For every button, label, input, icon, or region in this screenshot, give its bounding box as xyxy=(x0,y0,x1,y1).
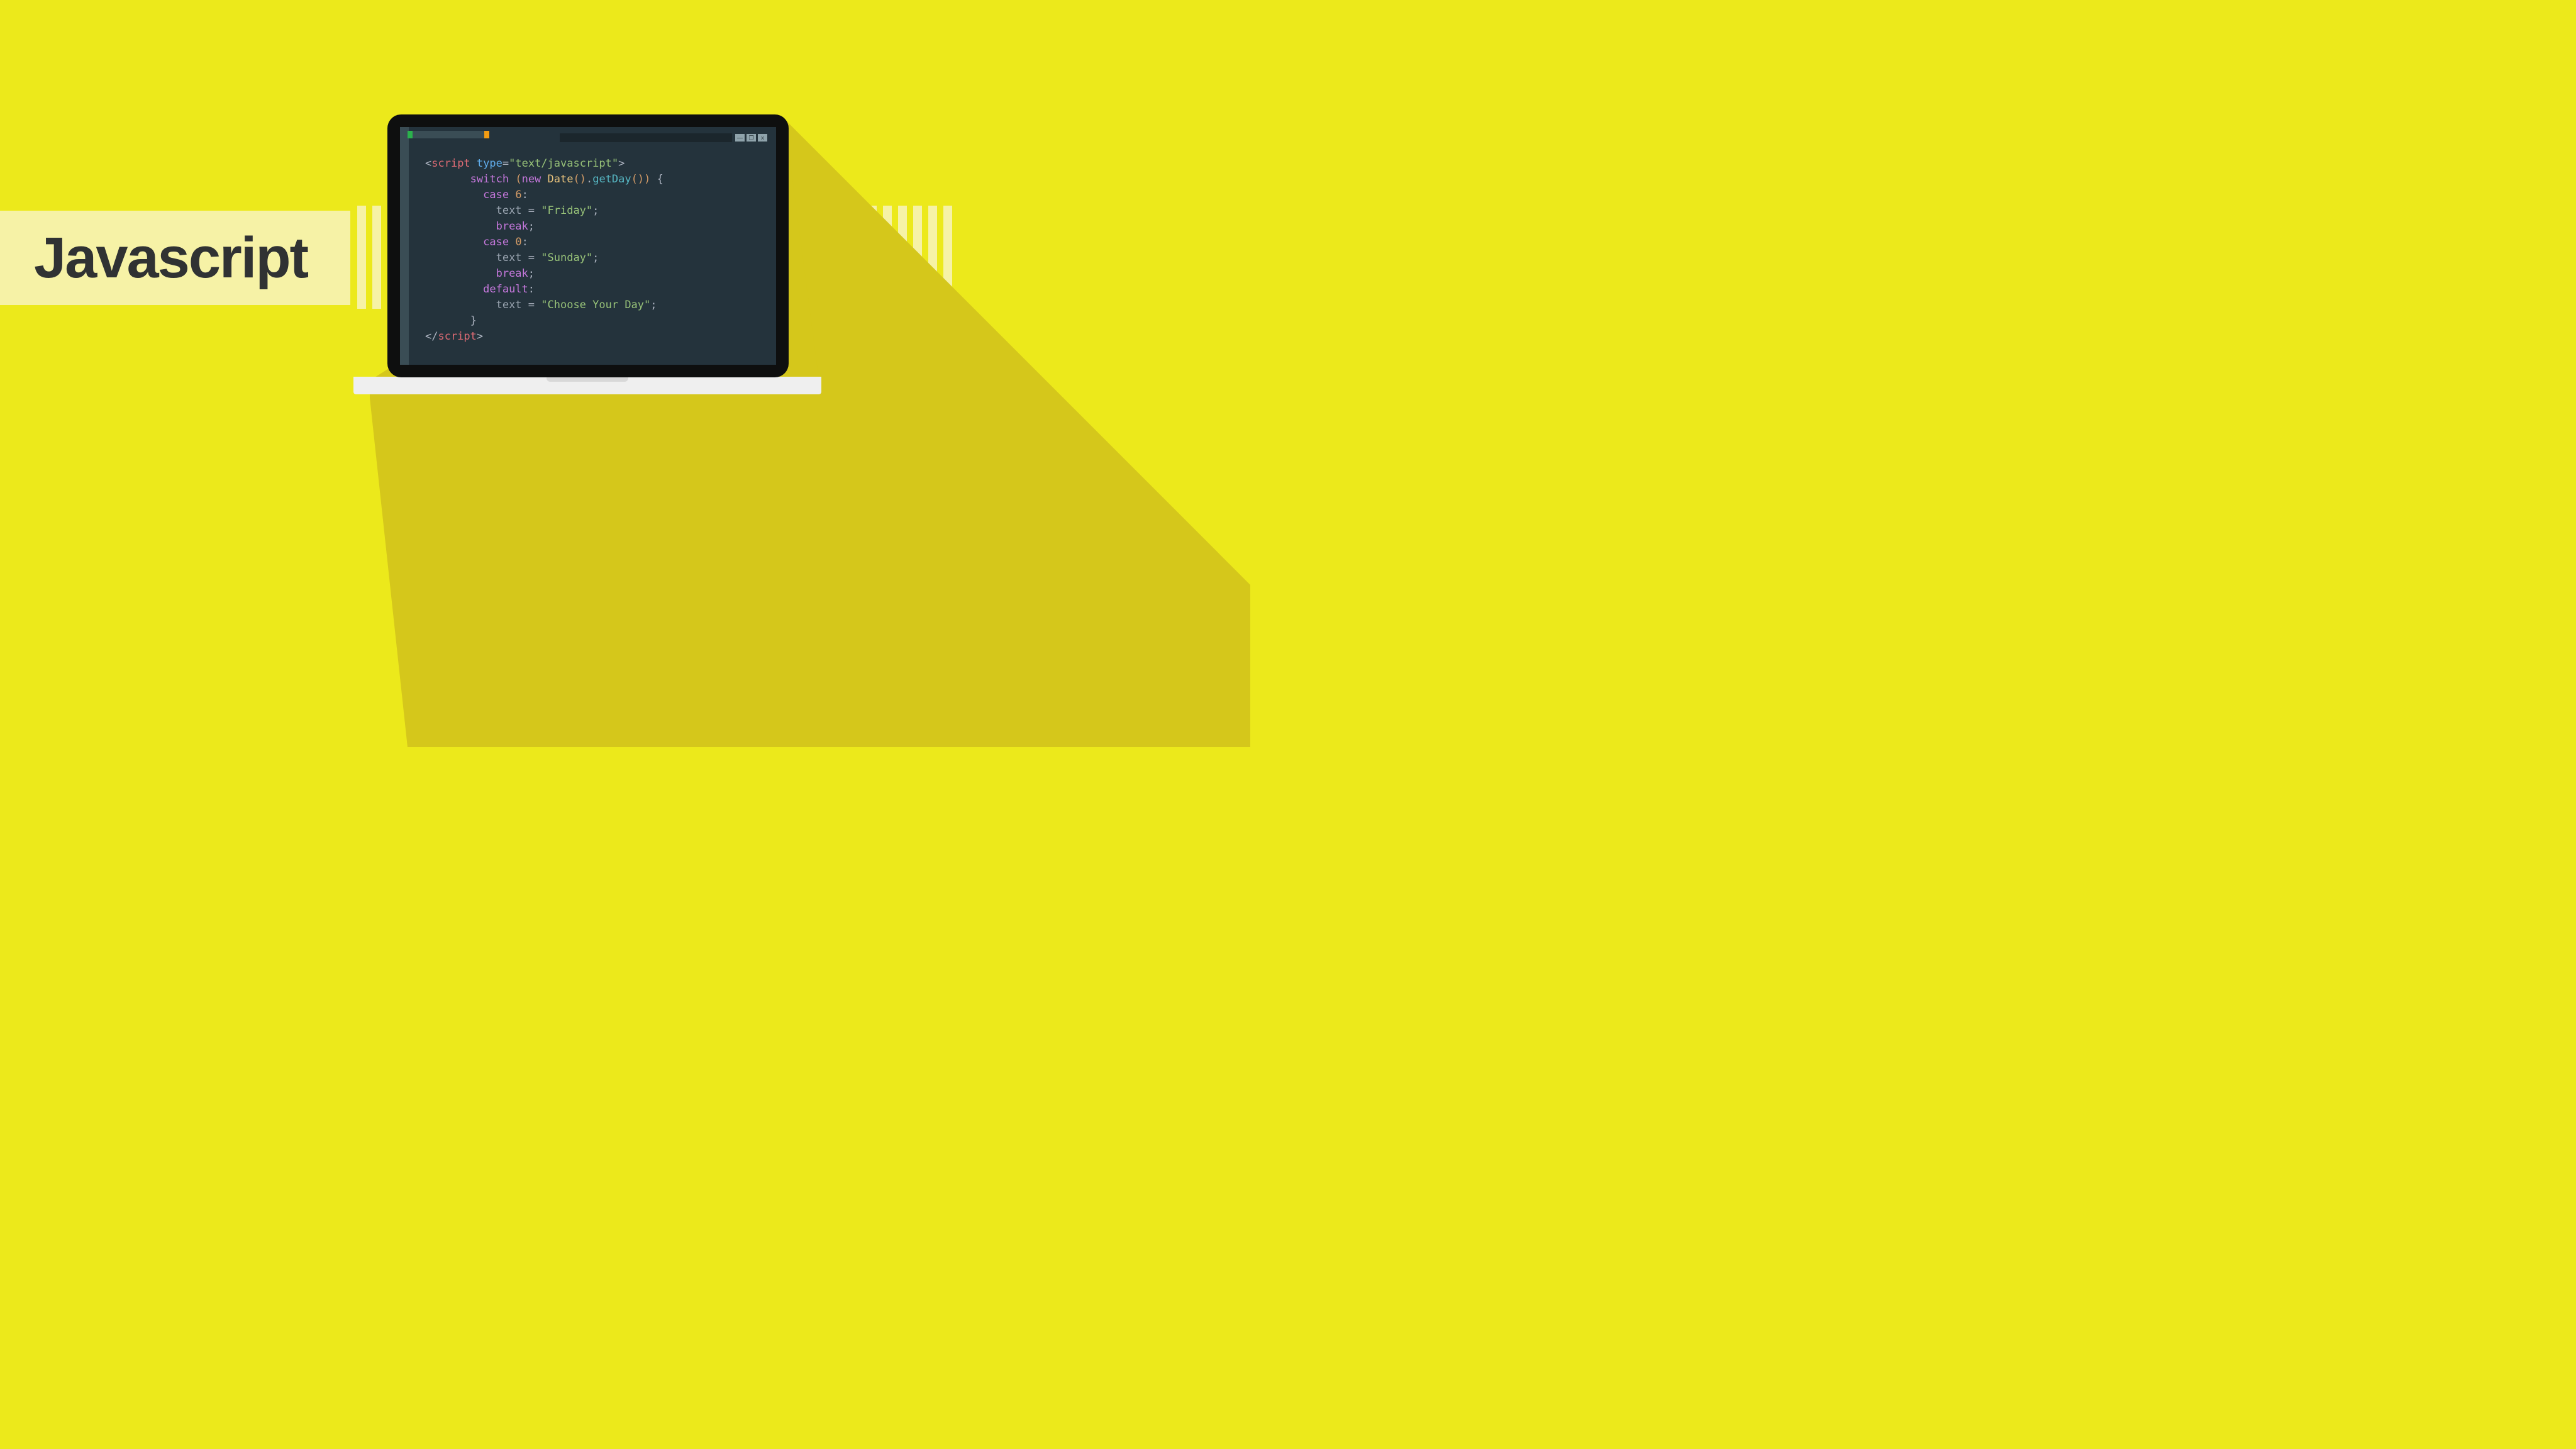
stripe xyxy=(808,206,816,309)
tab-indicator-orange-icon xyxy=(484,131,489,138)
code-block: <script type="text/javascript"> switch (… xyxy=(425,156,770,345)
active-tab xyxy=(408,131,489,138)
code-editor-screen: — ❐ x <script type="text/javascript"> sw… xyxy=(400,127,776,365)
title-band: Javascript xyxy=(0,211,350,305)
stripe xyxy=(868,206,877,309)
editor-gutter xyxy=(400,127,409,365)
stripe xyxy=(823,206,831,309)
window-close-icon: x xyxy=(758,134,767,142)
stripe xyxy=(838,206,847,309)
window-minimize-icon: — xyxy=(735,134,745,142)
laptop-screen-frame: — ❐ x <script type="text/javascript"> sw… xyxy=(387,114,789,377)
laptop-base xyxy=(353,377,821,397)
stripe xyxy=(913,206,922,309)
tab-indicator-green-icon xyxy=(408,131,413,138)
stripe xyxy=(372,206,381,309)
editor-tab-row: — ❐ x xyxy=(400,131,776,138)
decorative-stripes-right xyxy=(792,206,952,309)
stripe xyxy=(792,206,801,309)
window-maximize-icon: ❐ xyxy=(747,134,756,142)
stripe xyxy=(883,206,892,309)
stripe xyxy=(357,206,366,309)
page-title: Javascript xyxy=(0,211,350,305)
stripe xyxy=(898,206,907,309)
illustration-stage: Javascript — ❐ x <script typ xyxy=(0,0,966,543)
stripe xyxy=(928,206,937,309)
address-bar xyxy=(560,133,732,142)
stripe xyxy=(943,206,952,309)
stripe xyxy=(853,206,862,309)
